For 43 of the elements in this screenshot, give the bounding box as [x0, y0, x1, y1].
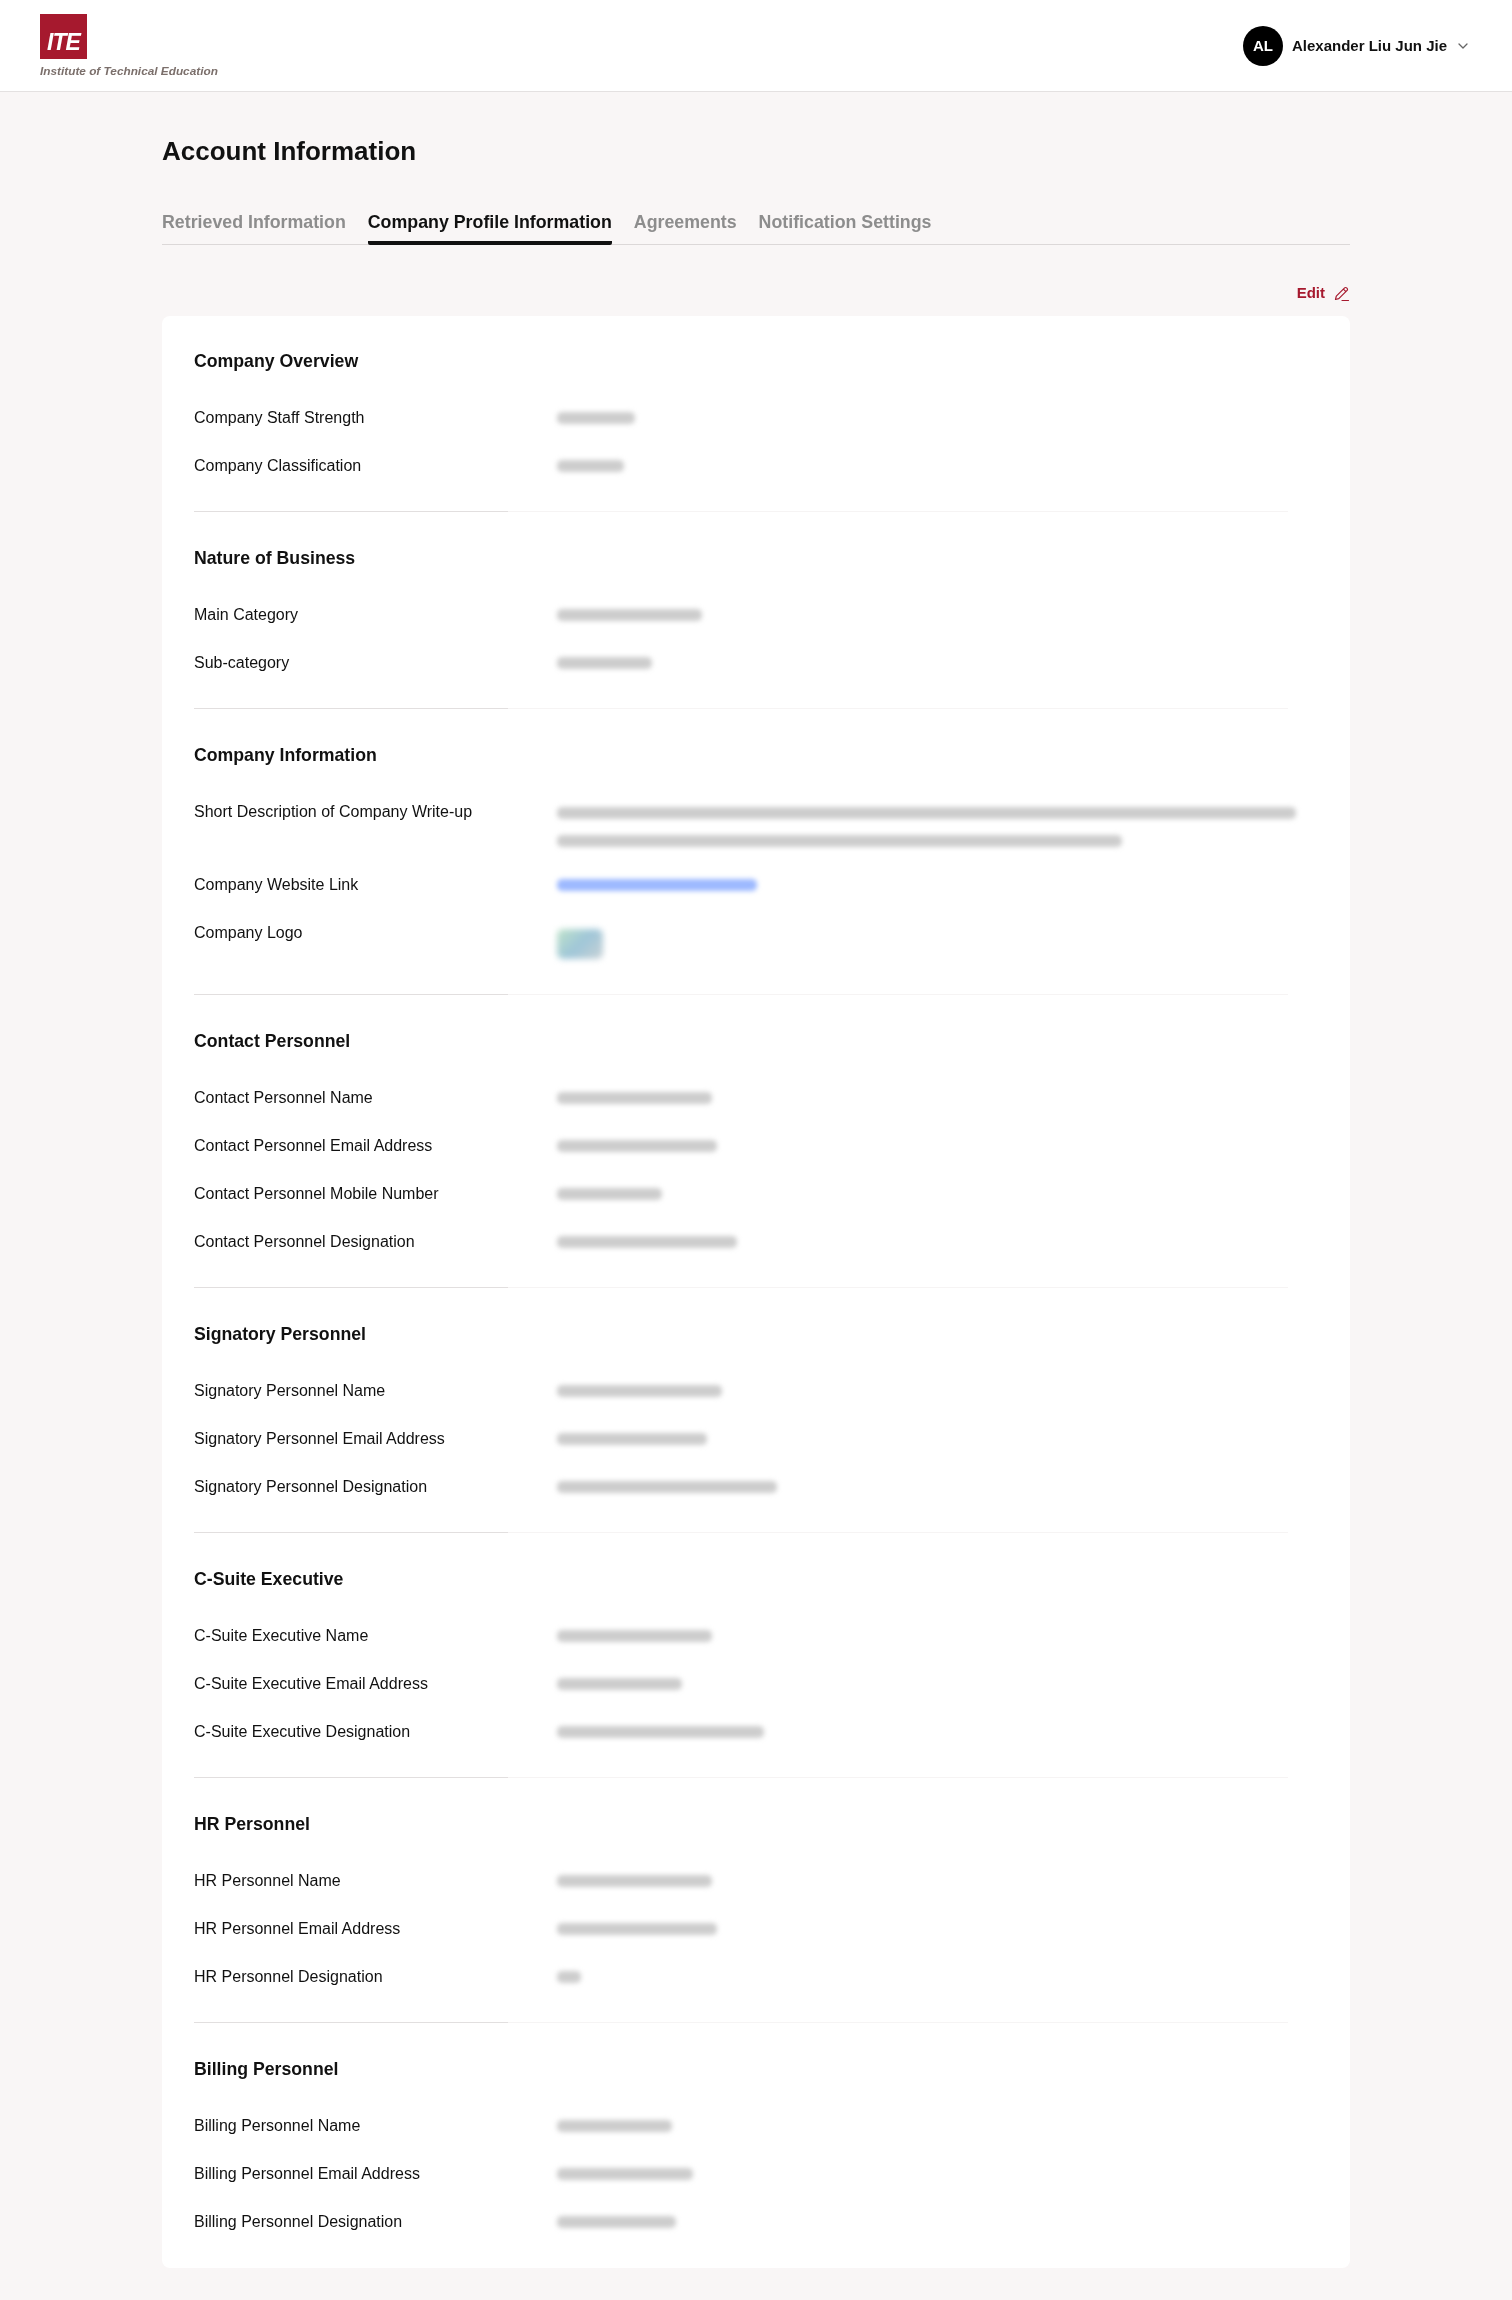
- field-label: HR Personnel Email Address: [194, 1919, 401, 1939]
- section-title: Signatory Personnel: [194, 1323, 366, 1345]
- field-label: Contact Personnel Name: [194, 1088, 373, 1108]
- page-title: Account Information: [162, 135, 417, 167]
- field-label: Billing Personnel Email Address: [194, 2164, 420, 2184]
- field-label: Contact Personnel Designation: [194, 1232, 415, 1252]
- field-label: Signatory Personnel Designation: [194, 1477, 428, 1497]
- field-label: C-Suite Executive Designation: [194, 1722, 411, 1742]
- field-label: Company Logo: [194, 923, 303, 943]
- field-label: C-Suite Executive Name: [194, 1626, 369, 1646]
- pencil-icon: [1333, 284, 1350, 302]
- blurred-logo-image: [557, 929, 603, 959]
- field-label: Main Category: [194, 605, 299, 625]
- blurred-text: [557, 460, 624, 472]
- user-avatar[interactable]: AL: [1242, 25, 1283, 66]
- section-title: C-Suite Executive: [194, 1568, 344, 1590]
- field-label: Sub-category: [194, 653, 290, 673]
- field-label: Company Website Link: [194, 875, 359, 895]
- field-label: Company Classification: [194, 456, 362, 476]
- edit-button[interactable]: Edit: [1296, 283, 1350, 303]
- field-label: HR Personnel Name: [194, 1871, 341, 1891]
- logo-mark: ITE: [40, 13, 87, 59]
- section-title: HR Personnel: [194, 1813, 310, 1835]
- logo-caption: Institute of Technical Education: [40, 63, 218, 78]
- field-label: Contact Personnel Mobile Number: [194, 1184, 439, 1204]
- field-label: Billing Personnel Name: [194, 2116, 361, 2136]
- section-title: Company Overview: [194, 350, 359, 372]
- section-title: Company Information: [194, 744, 377, 766]
- field-label: Billing Personnel Designation: [194, 2212, 403, 2232]
- field-label: Contact Personnel Email Address: [194, 1136, 433, 1156]
- section-title: Nature of Business: [194, 547, 356, 569]
- field-label: Signatory Personnel Email Address: [194, 1429, 445, 1449]
- field-label: Company Staff Strength: [194, 408, 365, 428]
- field-label: HR Personnel Designation: [194, 1967, 383, 1987]
- blurred-text: [557, 1971, 581, 1983]
- field-label: Signatory Personnel Name: [194, 1381, 386, 1401]
- section-title: Contact Personnel: [194, 1030, 351, 1052]
- chevron-down-icon[interactable]: [1458, 42, 1468, 49]
- field-label: Short Description of Company Write-up: [194, 802, 473, 822]
- tab[interactable]: Company Profile Information: [367, 211, 612, 245]
- section-title: Billing Personnel: [194, 2058, 339, 2080]
- user-name[interactable]: Alexander Liu Jun Jie: [1291, 37, 1447, 54]
- field-label: C-Suite Executive Email Address: [194, 1674, 428, 1694]
